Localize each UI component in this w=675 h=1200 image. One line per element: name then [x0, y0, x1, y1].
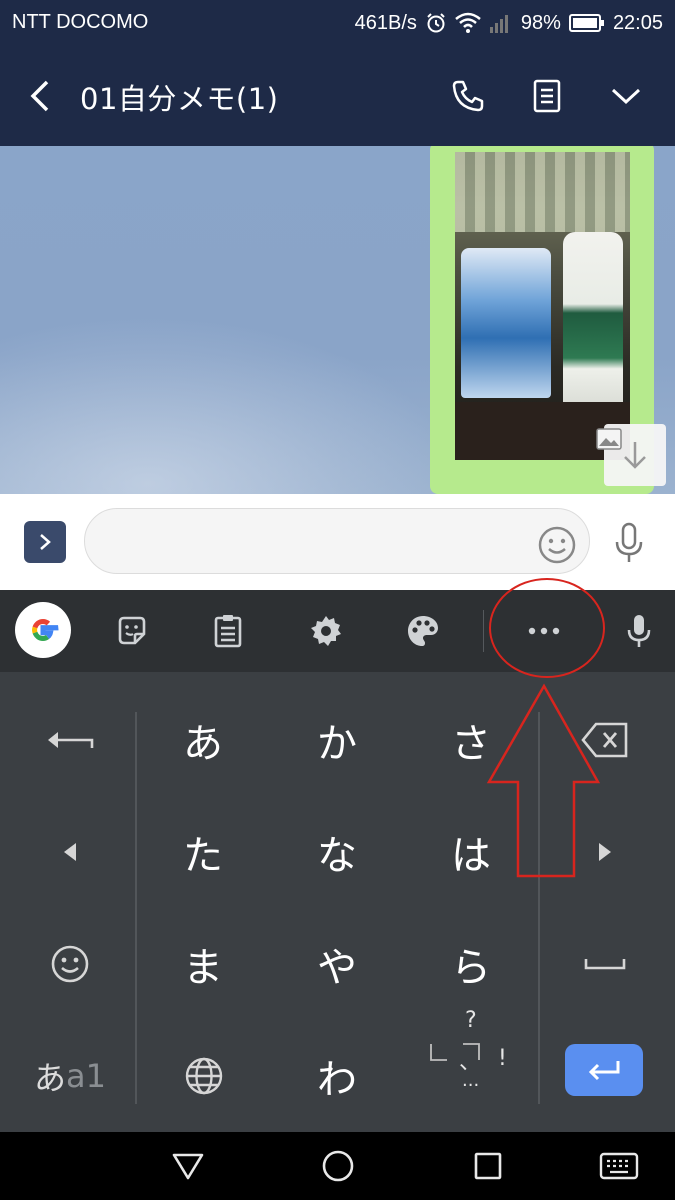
punct-question: ?: [465, 1008, 477, 1033]
theme-button[interactable]: [394, 602, 452, 660]
message-field[interactable]: [84, 508, 590, 574]
battery-icon: [568, 13, 605, 33]
nav-back-button[interactable]: [166, 1146, 210, 1186]
clock: 22:05: [612, 11, 663, 34]
wifi-icon: [455, 12, 481, 34]
back-triangle-icon: [172, 1153, 204, 1180]
chat-title: 01自分メモ(1): [80, 82, 279, 116]
undo-key[interactable]: [10, 684, 130, 796]
emoji-icon: [51, 945, 89, 983]
chevron-down-icon: [611, 88, 641, 105]
key-punctuation[interactable]: ? 、 ! ...: [405, 1008, 539, 1126]
alarm-icon: [425, 12, 447, 34]
signal-icon: [489, 12, 513, 34]
key-ta[interactable]: た: [138, 796, 268, 908]
clipboard-icon: [214, 615, 242, 648]
background-cloud: [0, 316, 460, 494]
phone-icon: [452, 80, 484, 112]
download-icon: [624, 442, 646, 469]
language-key[interactable]: [148, 1020, 260, 1132]
status-bar: NTT DOCOMO 461B/s 98% 22:05: [0, 0, 675, 46]
enter-key[interactable]: [565, 1044, 643, 1096]
expand-icon: [40, 534, 51, 550]
emoji-button[interactable]: [536, 524, 578, 566]
menu-dropdown-button[interactable]: [604, 74, 648, 118]
punct-marks-icon: [430, 1043, 480, 1061]
home-circle-icon: [322, 1150, 354, 1182]
enter-icon: [588, 1061, 620, 1081]
image-icon: [596, 428, 622, 450]
nav-home-button[interactable]: [316, 1146, 360, 1186]
key-ka[interactable]: か: [272, 684, 402, 796]
key-wa[interactable]: わ: [272, 1020, 402, 1132]
emoji-key[interactable]: [10, 908, 130, 1020]
chat-area[interactable]: [0, 146, 675, 494]
mic-icon: [615, 522, 643, 562]
expand-button[interactable]: [24, 521, 66, 563]
google-search-button[interactable]: [15, 602, 71, 658]
photo-detergent-bottle: [563, 232, 623, 412]
sticker-button[interactable]: [103, 602, 161, 660]
theme-icon: [408, 616, 438, 646]
toolbar-divider: [483, 610, 484, 652]
notes-icon: [533, 79, 561, 113]
key-ra[interactable]: ら: [406, 908, 536, 1020]
chat-header: 01自分メモ(1): [0, 46, 675, 146]
carrier-name: NTT DOCOMO: [12, 11, 149, 33]
network-speed: 461B/s: [354, 11, 417, 34]
key-ma[interactable]: ま: [138, 908, 268, 1020]
key-ya[interactable]: や: [272, 908, 402, 1020]
key-na[interactable]: な: [272, 796, 402, 908]
mic-icon: [627, 615, 651, 647]
globe-icon: [185, 1057, 223, 1095]
punct-dots: ...: [462, 1070, 480, 1091]
key-a[interactable]: あ: [138, 684, 268, 796]
settings-icon: [311, 616, 341, 646]
undo-icon: [48, 732, 94, 748]
voice-typing-button[interactable]: [610, 602, 668, 660]
battery-percent: 98%: [520, 11, 561, 34]
arrow-left-icon: [64, 843, 76, 861]
space-key[interactable]: [545, 908, 665, 1020]
annotation-circle: [489, 578, 605, 678]
back-button[interactable]: [20, 74, 60, 118]
nav-keyboard-button[interactable]: [597, 1146, 641, 1186]
nav-recents-button[interactable]: [466, 1146, 510, 1186]
photo-curtain: [455, 152, 630, 232]
back-chevron-icon: [30, 80, 49, 112]
message-input[interactable]: [105, 509, 525, 573]
call-button[interactable]: [446, 74, 490, 118]
settings-button[interactable]: [297, 602, 355, 660]
cursor-left-key[interactable]: [10, 796, 130, 908]
photo-detergent-bag: [461, 248, 551, 398]
mode-label-secondary: a1: [66, 1057, 106, 1095]
keyboard-divider-left: [135, 712, 137, 1104]
recents-square-icon: [474, 1152, 502, 1180]
space-icon: [584, 959, 626, 970]
navigation-bar: [0, 1132, 675, 1200]
notes-button[interactable]: [525, 74, 569, 118]
input-bar: [0, 494, 675, 590]
clipboard-button[interactable]: [199, 602, 257, 660]
keyboard-icon: [599, 1152, 639, 1180]
mode-label-primary: あ: [34, 1059, 67, 1097]
voice-input-button[interactable]: [606, 518, 652, 568]
input-mode-key[interactable]: あ a1: [10, 1020, 130, 1132]
google-icon: [32, 618, 59, 642]
annotation-arrow: [486, 683, 601, 878]
emoji-icon: [538, 526, 576, 564]
sticker-icon: [118, 616, 146, 645]
message-photo[interactable]: [455, 152, 630, 460]
